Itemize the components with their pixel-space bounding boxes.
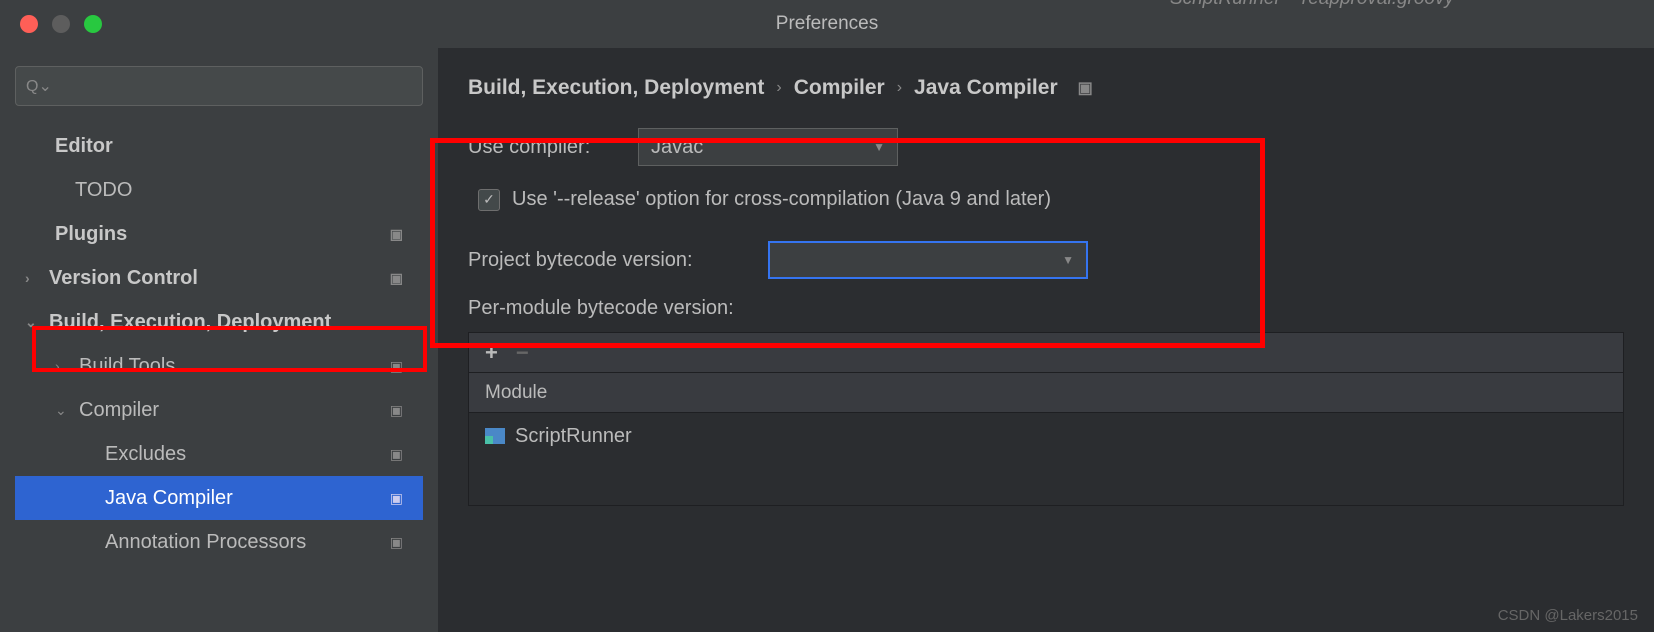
breadcrumb-l3: Java Compiler xyxy=(914,76,1058,100)
breadcrumb-l2[interactable]: Compiler xyxy=(794,76,885,100)
tree-item-annotation-processors[interactable]: Annotation Processors▣ xyxy=(15,520,423,564)
tree-item-excludes[interactable]: Excludes▣ xyxy=(15,432,423,476)
search-input[interactable]: Q⌄ xyxy=(15,66,423,106)
tree-item-editor[interactable]: Editor xyxy=(15,124,423,168)
tree-item-version-control[interactable]: ›Version Control▣ xyxy=(15,256,423,300)
window-title: Preferences xyxy=(776,13,878,35)
settings-scope-icon: ▣ xyxy=(390,534,403,551)
chevron-right-icon: › xyxy=(776,79,781,97)
tree-item-build-tools[interactable]: ›Build Tools▣ xyxy=(15,344,423,388)
release-option-checkbox[interactable]: ✓ xyxy=(478,189,500,211)
settings-scope-icon: ▣ xyxy=(390,358,403,375)
column-module: Module xyxy=(485,382,547,404)
breadcrumb-l1[interactable]: Build, Execution, Deployment xyxy=(468,76,764,100)
add-button[interactable]: + xyxy=(485,340,498,366)
chevron-down-icon: ▼ xyxy=(1062,253,1074,267)
release-option-label[interactable]: Use '--release' option for cross-compila… xyxy=(512,188,1051,211)
settings-scope-icon: ▣ xyxy=(390,270,403,287)
settings-scope-icon: ▣ xyxy=(390,446,403,463)
tree-item-build-exec-deploy[interactable]: ⌄Build, Execution, Deployment xyxy=(15,300,423,344)
settings-scope-icon: ▣ xyxy=(390,226,403,243)
tree-item-plugins[interactable]: Plugins▣ xyxy=(15,212,423,256)
tree-item-todo[interactable]: TODO xyxy=(15,168,423,212)
per-module-label: Per-module bytecode version: xyxy=(468,297,1624,320)
search-icon: Q⌄ xyxy=(26,76,52,96)
chevron-down-icon: ▼ xyxy=(873,140,885,154)
settings-tree: Editor TODO Plugins▣ ›Version Control▣ ⌄… xyxy=(15,124,423,564)
chevron-right-icon: › xyxy=(897,79,902,97)
chevron-down-icon: ⌄ xyxy=(55,402,75,419)
project-bytecode-dropdown[interactable]: ▼ xyxy=(768,241,1088,279)
main-panel: Build, Execution, Deployment › Compiler … xyxy=(438,48,1654,632)
watermark-credit: CSDN @Lakers2015 xyxy=(1498,607,1638,624)
settings-scope-icon: ▣ xyxy=(390,402,403,419)
table-toolbar: + − xyxy=(469,333,1623,373)
chevron-down-icon: ⌄ xyxy=(25,314,45,331)
sidebar: Q⌄ Editor TODO Plugins▣ ›Version Control… xyxy=(0,48,438,632)
use-compiler-value: Javac xyxy=(651,136,703,159)
settings-scope-icon: ▣ xyxy=(1078,78,1093,98)
breadcrumb: Build, Execution, Deployment › Compiler … xyxy=(468,48,1624,128)
tab-title: ScriptRunner – reapproval.groovy xyxy=(1170,0,1454,10)
settings-scope-icon: ▣ xyxy=(390,490,403,507)
tree-item-compiler[interactable]: ⌄Compiler▣ xyxy=(15,388,423,432)
module-table: + − Module ScriptRunner xyxy=(468,332,1624,506)
minimize-button[interactable] xyxy=(52,15,70,33)
traffic-lights xyxy=(20,15,102,33)
close-button[interactable] xyxy=(20,15,38,33)
table-empty-row xyxy=(469,459,1623,505)
remove-button[interactable]: − xyxy=(516,340,529,366)
chevron-right-icon: › xyxy=(55,358,75,374)
titlebar: Preferences ScriptRunner – reapproval.gr… xyxy=(0,0,1654,48)
chevron-right-icon: › xyxy=(25,270,45,286)
project-bytecode-label: Project bytecode version: xyxy=(468,249,768,272)
table-row[interactable]: ScriptRunner xyxy=(469,413,1623,459)
use-compiler-dropdown[interactable]: Javac ▼ xyxy=(638,128,898,166)
module-name: ScriptRunner xyxy=(515,425,632,448)
maximize-button[interactable] xyxy=(84,15,102,33)
module-icon xyxy=(485,428,505,444)
tree-item-java-compiler[interactable]: Java Compiler▣ xyxy=(15,476,423,520)
table-header: Module xyxy=(469,373,1623,413)
use-compiler-label: Use compiler: xyxy=(468,136,638,159)
